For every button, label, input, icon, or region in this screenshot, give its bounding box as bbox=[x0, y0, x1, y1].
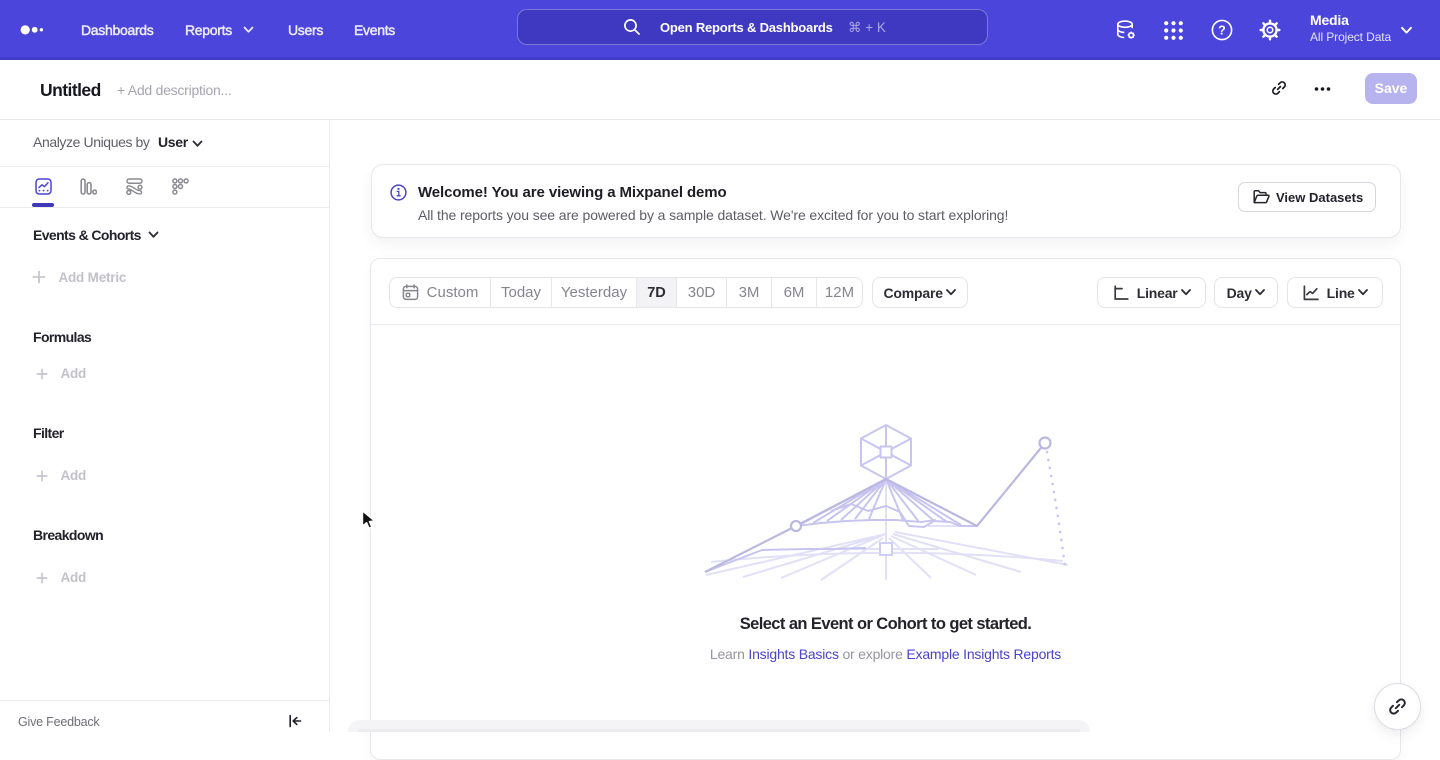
svg-text:?: ? bbox=[1218, 23, 1226, 37]
